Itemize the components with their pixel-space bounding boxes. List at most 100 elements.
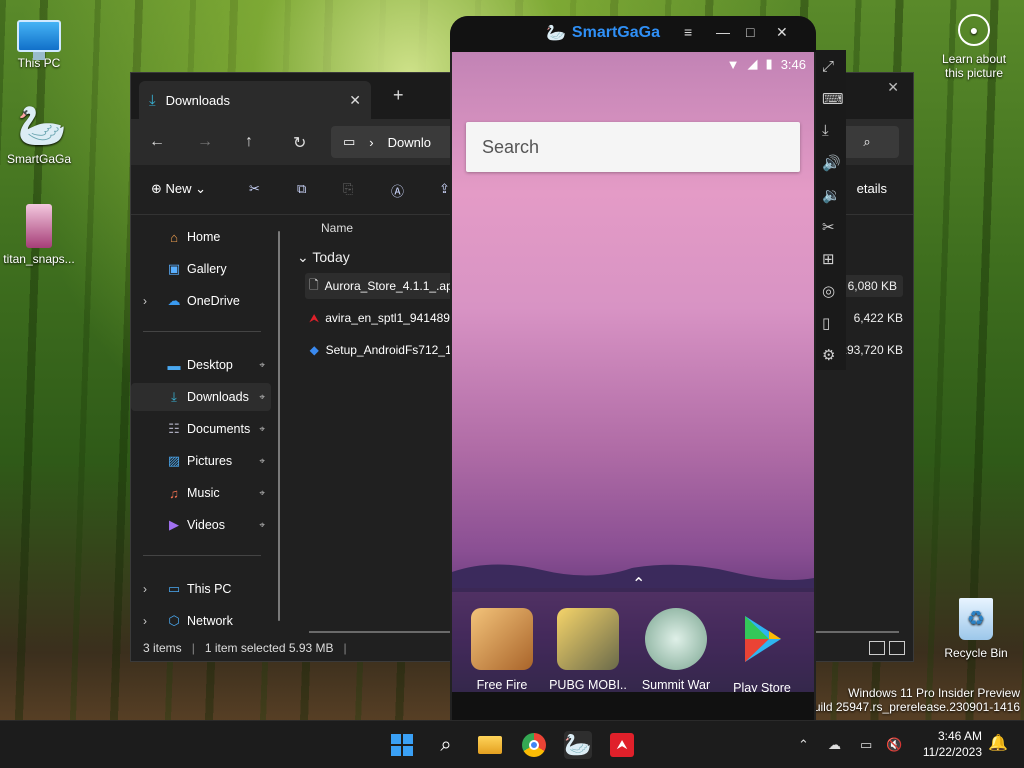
fullscreen-icon[interactable]: ⤢ [822, 58, 834, 75]
sidebar-item-network[interactable]: › ⬡ Network [131, 607, 271, 635]
display-icon[interactable]: ▭ [860, 737, 872, 753]
cut-icon[interactable]: ✂ [249, 181, 260, 197]
menu-icon[interactable]: ≡ [684, 24, 692, 40]
volume-muted-icon[interactable]: 🔇 [886, 737, 902, 753]
sidebar-item-home[interactable]: ⌂ Home [131, 223, 271, 251]
add-icon[interactable]: ⊞ [822, 250, 835, 268]
app-label: Summit War [641, 678, 711, 692]
chrome-icon[interactable] [520, 731, 548, 759]
sidebar-item-onedrive[interactable]: › ☁ OneDrive [131, 287, 271, 315]
wifi-icon: ▼ [726, 56, 740, 72]
file-row[interactable]: ◆ Setup_AndroidFs712_1. [305, 337, 455, 363]
app-pubg[interactable]: PUBG MOBI.. [548, 608, 628, 692]
pin-icon: ⌖ [259, 359, 265, 371]
keyboard-icon[interactable]: ⌨ [822, 90, 844, 108]
app-play-store[interactable]: Play Store [722, 608, 802, 695]
sidebar-item-documents[interactable]: ☷ Documents ⌖ [131, 415, 271, 443]
details-view-icon[interactable] [869, 641, 885, 655]
pin-icon: ⌖ [259, 487, 265, 499]
apk-install-icon[interactable]: ⤓ [822, 122, 829, 139]
desktop-icon-smartgaga[interactable]: 🦢 SmartGaGa [0, 104, 78, 166]
sidebar-item-videos[interactable]: ▶ Videos ⌖ [131, 511, 271, 539]
share-icon[interactable]: ⇪ [439, 181, 450, 197]
desktop-icon-label: SmartGaGa [6, 152, 72, 166]
pubg-icon [557, 608, 619, 670]
divider [143, 331, 261, 332]
settings-icon[interactable]: ⚙ [822, 346, 835, 364]
close-tab-icon[interactable]: ✕ [349, 92, 361, 109]
start-button[interactable] [388, 731, 416, 759]
sidebar-item-label: Home [187, 230, 221, 244]
location-icon[interactable]: ◎ [822, 282, 835, 300]
sidebar-item-this-pc[interactable]: › ▭ This PC [131, 575, 271, 603]
window-close-icon[interactable]: ✕ [887, 79, 899, 96]
pin-icon: ⌖ [259, 455, 265, 467]
tiles-view-icon[interactable] [889, 641, 905, 655]
back-arrow-icon[interactable]: ← [149, 133, 165, 151]
recycle-bin-icon: ♻ [959, 598, 993, 640]
shake-icon[interactable]: ▯ [822, 314, 830, 332]
app-free-fire[interactable]: Free Fire [462, 608, 542, 692]
desktop-icon-recycle-bin[interactable]: ♻ Recycle Bin [940, 598, 1012, 660]
installer-icon: ◆ [309, 343, 319, 357]
group-header-today[interactable]: ⌄ Today [297, 249, 350, 266]
chevron-up-icon[interactable]: ⌃ [798, 737, 809, 753]
copy-icon[interactable]: ⧉ [297, 181, 306, 197]
column-header-name[interactable]: Name [321, 221, 353, 235]
scissors-icon[interactable]: ✂ [822, 218, 835, 236]
emulator-side-toolbar: ⤢ ⌨ ⤓ 🔊 🔉 ✂ ⊞ ◎ ▯ ⚙ [816, 50, 846, 370]
sidebar-item-downloads[interactable]: ⤓ Downloads ⌖ [131, 383, 271, 411]
taskbar: ⌕ 🦢 ⮝ ⌃ ☁ ▭ 🔇 3:46 AM 11/22/2023 🔔 [0, 720, 1024, 768]
close-icon[interactable]: ✕ [776, 24, 788, 41]
app-label: PUBG MOBI.. [549, 678, 627, 692]
file-explorer-icon[interactable] [476, 731, 504, 759]
sidebar-scrollbar[interactable] [278, 231, 280, 621]
maximize-icon[interactable]: □ [746, 24, 754, 40]
download-icon: ⤓ [171, 389, 177, 404]
paste-icon[interactable]: ⎘ [343, 181, 353, 197]
sidebar-item-label: Gallery [187, 262, 227, 276]
rename-icon[interactable]: Ⓐ [391, 181, 404, 200]
new-tab-button[interactable]: + [393, 85, 404, 106]
minimize-icon[interactable]: — [716, 24, 730, 40]
recycle-label: Recycle Bin [944, 646, 1008, 660]
up-arrow-icon[interactable]: ↑ [245, 133, 253, 151]
sidebar-item-desktop[interactable]: ▬ Desktop ⌖ [131, 351, 271, 379]
volume-up-icon[interactable]: 🔊 [822, 154, 841, 172]
sidebar-item-pictures[interactable]: ▨ Pictures ⌖ [131, 447, 271, 475]
learn-about-picture[interactable]: ● Learn about this picture [934, 14, 1014, 80]
refresh-icon[interactable]: ↻ [293, 133, 306, 153]
file-row[interactable]: ⮝ avira_en_sptl1_94148925 [305, 305, 455, 331]
brand-name: SmartGaGa [571, 24, 660, 41]
new-button[interactable]: ⊕ New ⌄ [151, 181, 206, 197]
file-name: Setup_AndroidFs712_1. [325, 343, 455, 357]
avira-taskbar-icon[interactable]: ⮝ [608, 731, 636, 759]
system-clock[interactable]: 3:46 AM 11/22/2023 [923, 728, 982, 760]
windows-icon [391, 734, 413, 756]
app-summit-war[interactable]: Summit War [636, 608, 716, 692]
forward-arrow-icon[interactable]: → [197, 133, 213, 151]
sidebar-item-music[interactable]: ♫ Music ⌖ [131, 479, 271, 507]
tab-downloads[interactable]: ⤓ Downloads ✕ [139, 81, 371, 119]
desktop-icon-this-pc[interactable]: This PC [0, 12, 78, 70]
notification-bell-icon[interactable]: 🔔 [988, 733, 1008, 753]
volume-down-icon[interactable]: 🔉 [822, 186, 841, 204]
chevron-right-icon[interactable]: › [143, 582, 147, 596]
sidebar-item-label: Downloads [187, 390, 249, 404]
smartgaga-taskbar-icon[interactable]: 🦢 [564, 731, 592, 759]
clock-date: 11/22/2023 [922, 745, 982, 759]
file-row[interactable]: 🗋 Aurora_Store_4.1.1_.apk [305, 273, 455, 299]
chevron-right-icon[interactable]: › [143, 614, 147, 628]
search-input[interactable]: Search [466, 122, 800, 172]
chevron-right-icon[interactable]: › [143, 294, 147, 308]
signal-icon: ◢ [747, 56, 758, 71]
battery-icon: ▮ [765, 56, 773, 71]
desktop-icon-titan-snaps[interactable]: titan_snaps... [0, 204, 78, 266]
android-screen[interactable]: ▼ ◢ ▮ 3:46 Search ⌃ Free Fire PUBG MOBI.… [452, 52, 814, 695]
onedrive-icon[interactable]: ☁ [828, 737, 841, 753]
file-name: avira_en_sptl1_94148925 [325, 311, 455, 325]
pin-icon: ⌖ [259, 519, 265, 531]
details-button[interactable]: etails [857, 181, 887, 196]
search-icon[interactable]: ⌕ [432, 731, 460, 759]
sidebar-item-gallery[interactable]: ▣ Gallery [131, 255, 271, 283]
